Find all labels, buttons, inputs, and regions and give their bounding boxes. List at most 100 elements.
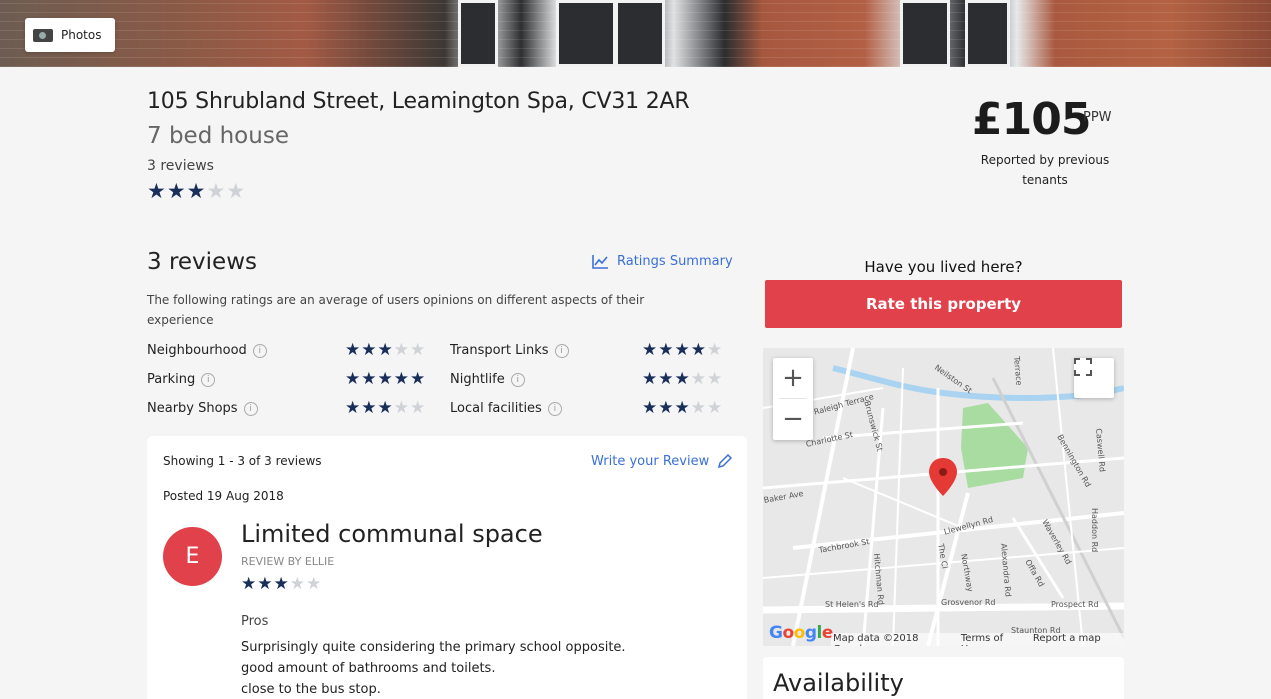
zoom-out-button[interactable]: − <box>773 399 813 439</box>
zoom-controls: + − <box>773 358 813 440</box>
star-empty-icon: ★ <box>393 398 409 418</box>
info-icon[interactable]: i <box>252 343 267 358</box>
rating-label-text: Parking <box>147 372 196 387</box>
info-icon[interactable]: i <box>243 401 258 416</box>
photos-button[interactable]: Photos <box>25 18 115 52</box>
star-empty-icon: ★ <box>206 179 226 203</box>
rating-stars: ★ ★ ★ ★ ★ <box>642 342 722 359</box>
price-unit: PPW <box>1083 110 1112 125</box>
star-filled-icon: ★ <box>273 574 289 594</box>
zoom-in-button[interactable]: + <box>773 358 813 398</box>
info-icon[interactable]: i <box>510 372 525 387</box>
rate-property-button[interactable]: Rate this property <box>765 280 1122 328</box>
star-empty-icon: ★ <box>410 398 426 418</box>
rating-label-nearby-shops: Nearby Shops i <box>147 401 258 416</box>
reviews-heading: 3 reviews <box>147 249 257 275</box>
info-icon[interactable]: i <box>547 401 562 416</box>
rating-label-nightlife: Nightlife i <box>450 372 525 387</box>
pros-list: Surprisingly quite considering the prima… <box>241 637 626 699</box>
review-star-rating: ★ ★ ★ ★ ★ <box>241 576 321 593</box>
location-map[interactable]: Charlotte St Brunswick St Tachbrook St Llew… <box>763 348 1124 646</box>
rating-label-parking: Parking i <box>147 372 216 387</box>
star-filled-icon: ★ <box>345 398 361 418</box>
pros-label: Pros <box>241 614 269 629</box>
rating-label-text: Transport Links <box>450 343 549 358</box>
star-filled-icon: ★ <box>147 179 166 203</box>
star-filled-icon: ★ <box>642 369 658 389</box>
review-posted-date: Posted 19 Aug 2018 <box>163 489 284 503</box>
star-filled-icon: ★ <box>658 340 674 360</box>
fullscreen-button[interactable] <box>1074 358 1114 398</box>
availability-heading: Availability <box>773 669 904 697</box>
map-data-credit: Map data ©2018 Google <box>833 633 919 646</box>
star-filled-icon: ★ <box>674 398 690 418</box>
price-note: Reported by previous tenants <box>980 153 1110 187</box>
ratings-intro: The following ratings are an average of … <box>147 293 645 327</box>
star-filled-icon: ★ <box>642 340 658 360</box>
star-filled-icon: ★ <box>674 369 690 389</box>
street-label: Haddon Rd <box>1090 508 1099 553</box>
pros-item: close to the bus stop. <box>241 682 381 697</box>
info-icon[interactable]: i <box>554 343 569 358</box>
info-icon[interactable]: i <box>201 372 216 387</box>
pros-item: good amount of bathrooms and toilets. <box>241 661 496 676</box>
hero-window-pane <box>900 0 950 67</box>
star-filled-icon: ★ <box>377 398 393 418</box>
star-filled-icon: ★ <box>345 369 361 389</box>
write-review-link[interactable]: Write your Review <box>591 453 733 469</box>
hero-window-pane <box>458 0 498 67</box>
star-filled-icon: ★ <box>642 398 658 418</box>
map-terms-link[interactable]: Terms of Use <box>961 633 1021 646</box>
star-filled-icon: ★ <box>377 369 393 389</box>
write-review-label: Write your Review <box>591 453 710 469</box>
rating-stars: ★ ★ ★ ★ ★ <box>642 371 722 388</box>
star-filled-icon: ★ <box>658 369 674 389</box>
property-type: 7 bed house <box>147 123 289 149</box>
star-filled-icon: ★ <box>186 179 206 203</box>
header-review-count[interactable]: 3 reviews <box>147 158 214 174</box>
star-empty-icon: ★ <box>410 340 426 360</box>
availability-card: Availability <box>763 657 1124 699</box>
pencil-icon <box>718 453 733 469</box>
rating-label-text: Neighbourhood <box>147 343 247 358</box>
rating-label-text: Nightlife <box>450 372 505 387</box>
rating-label-text: Local facilities <box>450 401 542 416</box>
map-footer: Map data ©2018 Google Terms of Use Repor… <box>831 633 1124 646</box>
ratings-summary-link[interactable]: Ratings Summary <box>592 254 733 269</box>
star-filled-icon: ★ <box>393 369 409 389</box>
rating-label-transport-links: Transport Links i <box>450 343 569 358</box>
hero-window-pane <box>615 0 665 67</box>
star-filled-icon: ★ <box>658 398 674 418</box>
review-list-card: Showing 1 - 3 of 3 reviews Write your Re… <box>147 436 747 699</box>
star-filled-icon: ★ <box>361 369 377 389</box>
price-amount: £105 <box>972 94 1091 145</box>
star-empty-icon: ★ <box>306 574 322 594</box>
star-filled-icon: ★ <box>166 179 186 203</box>
review-title: Limited communal space <box>241 520 543 548</box>
star-empty-icon: ★ <box>393 340 409 360</box>
star-filled-icon: ★ <box>345 340 361 360</box>
star-filled-icon: ★ <box>361 398 377 418</box>
review-author: REVIEW BY ELLIE <box>241 555 335 568</box>
google-logo[interactable]: Google <box>769 623 833 643</box>
rating-label-text: Nearby Shops <box>147 401 238 416</box>
lived-here-prompt: Have you lived here? <box>864 258 1023 276</box>
star-filled-icon: ★ <box>257 574 273 594</box>
star-filled-icon: ★ <box>690 340 706 360</box>
hero-photo-strip[interactable]: Photos <box>0 0 1271 67</box>
avatar: E <box>163 527 222 586</box>
star-empty-icon: ★ <box>690 398 706 418</box>
rating-stars: ★ ★ ★ ★ ★ <box>642 400 722 417</box>
star-empty-icon: ★ <box>707 369 723 389</box>
camera-icon <box>33 28 53 42</box>
rating-label-neighbourhood: Neighbourhood i <box>147 343 267 358</box>
showing-count: Showing 1 - 3 of 3 reviews <box>163 454 322 468</box>
street-label: St Helen's Rd <box>825 600 879 609</box>
ratings-summary-label: Ratings Summary <box>617 254 733 269</box>
star-filled-icon: ★ <box>410 369 426 389</box>
rating-label-local-facilities: Local facilities i <box>450 401 562 416</box>
street-label: Prospect Rd <box>1051 600 1099 609</box>
map-report-link[interactable]: Report a map error <box>1033 633 1122 646</box>
star-filled-icon: ★ <box>377 340 393 360</box>
fullscreen-icon <box>1074 358 1092 376</box>
